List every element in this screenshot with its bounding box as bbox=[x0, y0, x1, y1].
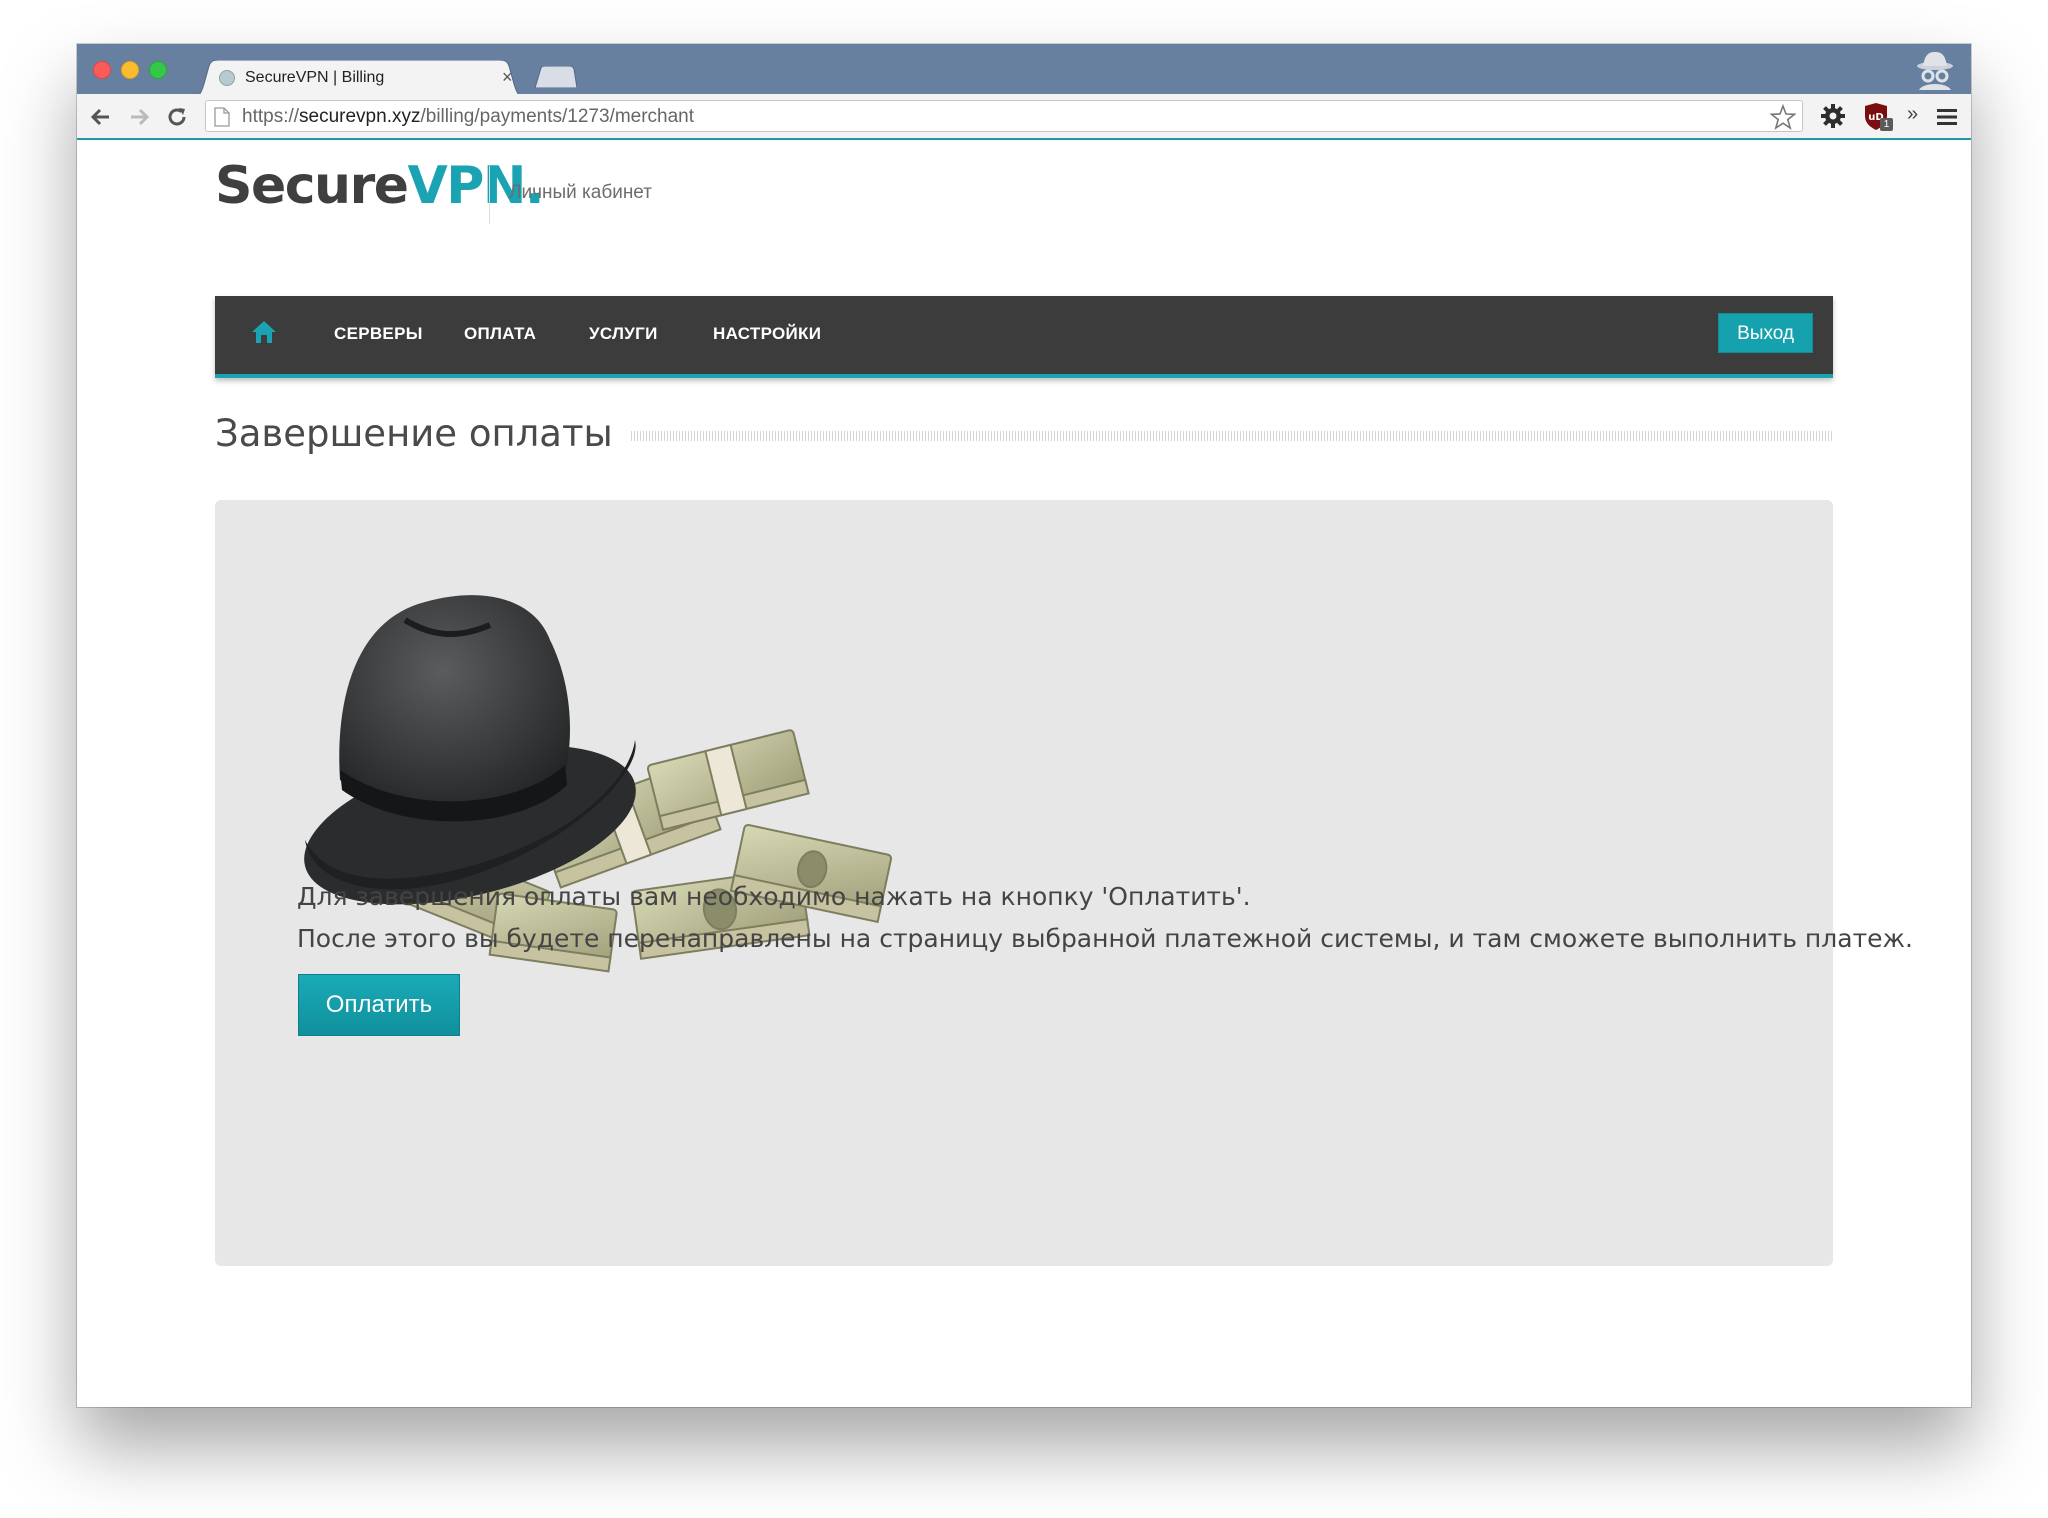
nav-item-services[interactable]: УСЛУГИ bbox=[589, 324, 658, 344]
reload-icon[interactable] bbox=[165, 105, 189, 129]
bookmark-star-icon[interactable] bbox=[1770, 104, 1796, 130]
cabinet-subtitle: Личный кабинет bbox=[509, 182, 652, 203]
payment-info-line-2: После этого вы будете перенаправлены на … bbox=[297, 924, 1913, 953]
browser-toolbar: https://securevpn.xyz/billing/payments/1… bbox=[77, 94, 1971, 140]
incognito-icon bbox=[1917, 52, 1953, 90]
nav-item-servers[interactable]: СЕРВЕРЫ bbox=[334, 324, 423, 344]
ublock-badge: 1 bbox=[1880, 118, 1893, 131]
logo-secure: Secure bbox=[215, 156, 409, 216]
minimize-window-button[interactable] bbox=[121, 61, 139, 79]
url-path: /billing/payments/1273/merchant bbox=[420, 106, 695, 127]
url-domain: securevpn.xyz bbox=[299, 106, 421, 127]
securevpn-favicon-icon bbox=[219, 70, 235, 86]
menu-icon[interactable] bbox=[1937, 108, 1957, 126]
back-arrow-icon[interactable] bbox=[89, 105, 113, 129]
tab-title: SecureVPN | Billing bbox=[245, 69, 385, 86]
tab-close-icon[interactable]: × bbox=[502, 67, 513, 87]
page-icon bbox=[214, 107, 230, 127]
gear-icon[interactable] bbox=[1820, 103, 1846, 129]
close-window-button[interactable] bbox=[93, 61, 111, 79]
zoom-window-button[interactable] bbox=[149, 61, 167, 79]
payment-info-line-1: Для завершения оплаты вам необходимо наж… bbox=[297, 882, 1251, 911]
logo-divider bbox=[489, 166, 490, 224]
nav-item-settings[interactable]: НАСТРОЙКИ bbox=[713, 324, 821, 344]
url-text: https://securevpn.xyz/billing/payments/1… bbox=[242, 106, 694, 128]
page-content: SecureVPN. Личный кабинет СЕРВЕРЫ ОПЛАТА… bbox=[77, 140, 1971, 1407]
main-navbar: СЕРВЕРЫ ОПЛАТА УСЛУГИ НАСТРОЙКИ Выход bbox=[215, 296, 1833, 378]
extensions-overflow-button[interactable]: » bbox=[1907, 103, 1918, 126]
ublock-extension[interactable]: uD 1 bbox=[1863, 101, 1893, 131]
payment-panel: Для завершения оплаты вам необходимо наж… bbox=[215, 500, 1913, 1266]
securevpn-logo[interactable]: SecureVPN. bbox=[215, 160, 545, 212]
page-title: Завершение оплаты bbox=[215, 412, 613, 455]
url-scheme: https:// bbox=[242, 106, 300, 127]
browser-window: SecureVPN | Billing × https://securevpn.… bbox=[77, 44, 1971, 1407]
tab-active[interactable]: SecureVPN | Billing × bbox=[189, 60, 529, 98]
nav-item-payment[interactable]: ОПЛАТА bbox=[464, 324, 536, 344]
forward-arrow-icon[interactable] bbox=[127, 105, 151, 129]
home-icon[interactable] bbox=[251, 320, 277, 344]
logout-button[interactable]: Выход bbox=[1718, 313, 1813, 353]
tab-strip: SecureVPN | Billing × bbox=[77, 44, 1971, 98]
pay-button[interactable]: Оплатить bbox=[298, 974, 460, 1036]
new-tab-button[interactable] bbox=[533, 66, 577, 88]
address-bar[interactable]: https://securevpn.xyz/billing/payments/1… bbox=[205, 100, 1803, 132]
title-divider bbox=[631, 431, 1833, 441]
hat-money-illustration bbox=[304, 595, 893, 973]
